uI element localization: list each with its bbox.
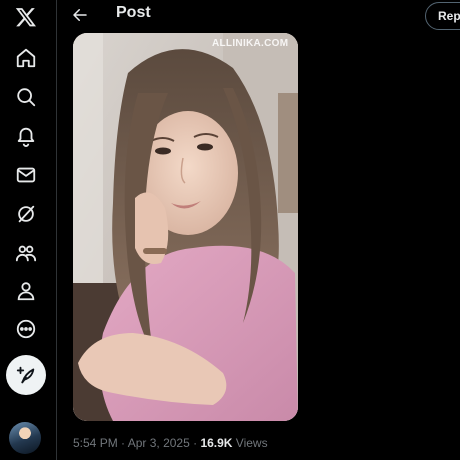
sidebar-nav: [0, 0, 56, 460]
meta-separator: ·: [189, 436, 201, 450]
meta-separator: ·: [117, 436, 128, 450]
views-count: 16.9K: [200, 436, 233, 450]
more-icon[interactable]: [6, 312, 46, 346]
page-title: Post: [116, 4, 151, 21]
profile-icon[interactable]: [6, 274, 46, 308]
x-logo-icon[interactable]: [6, 0, 46, 34]
compose-post-button[interactable]: [6, 355, 46, 395]
post-time[interactable]: 5:54 PM: [73, 436, 118, 450]
reply-button[interactable]: Repl: [425, 2, 460, 30]
communities-icon[interactable]: [6, 236, 46, 270]
back-arrow-icon[interactable]: [68, 3, 92, 27]
watermark-text: ALLINIKA.COM: [212, 38, 289, 49]
post-image[interactable]: ALLINIKA.COM: [73, 33, 298, 421]
portrait-photo: [73, 33, 298, 421]
sidebar-divider: [56, 0, 57, 460]
grok-icon[interactable]: [6, 197, 46, 231]
home-icon[interactable]: [6, 41, 46, 75]
bell-icon[interactable]: [6, 119, 46, 153]
mail-icon[interactable]: [6, 158, 46, 192]
views-label: Views: [232, 436, 268, 450]
avatar[interactable]: [9, 422, 41, 454]
post-meta: 5:54 PM · Apr 3, 2025 · 16.9K Views: [73, 436, 268, 450]
feather-plus-icon: [16, 366, 35, 384]
post-page: Post Repl: [0, 0, 460, 460]
post-date[interactable]: Apr 3, 2025: [128, 436, 190, 450]
search-icon[interactable]: [6, 80, 46, 114]
